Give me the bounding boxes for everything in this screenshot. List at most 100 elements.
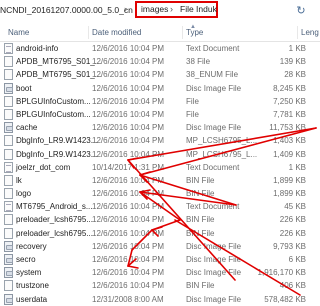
file-row[interactable]: secro 12/6/2016 10:04 PM Disc Image File 6 … xyxy=(0,253,320,266)
file-row[interactable]: BPLGUInfoCustom... 12/6/2016 10:04 PM File… xyxy=(0,95,320,108)
file-size: 1,899 KB xyxy=(273,189,306,199)
file-date: 12/31/2008 8:00 AM xyxy=(92,294,164,304)
text-file-icon xyxy=(4,161,13,173)
disc-image-icon xyxy=(4,122,13,134)
file-name[interactable]: system xyxy=(16,268,41,278)
file-row[interactable]: APDB_MT6795_S01_... 12/6/2016 10:04 PM 38 … xyxy=(0,55,320,68)
file-row[interactable]: cache 12/6/2016 10:04 PM Disc Image File 11… xyxy=(0,121,320,134)
file-date: 12/6/2016 10:04 PM xyxy=(92,175,165,185)
file-name[interactable]: trustzone xyxy=(16,281,49,291)
file-date: 12/6/2016 10:04 PM xyxy=(92,123,165,133)
file-name[interactable]: preloader_lcsh6795... xyxy=(16,215,93,225)
file-date: 12/6/2016 10:04 PM xyxy=(92,241,165,251)
file-row[interactable]: preloader_lcsh6795... 12/6/2016 10:04 PM B… xyxy=(0,227,320,240)
file-size: 6 KB xyxy=(288,255,306,264)
file-row[interactable]: boot 12/6/2016 10:04 PM Disc Image File 8,2… xyxy=(0,82,320,95)
file-type: MP_LCSH6795_L... xyxy=(186,136,258,146)
file-row[interactable]: logo 12/6/2016 10:04 PM BIN File 1,899 KB xyxy=(0,187,320,200)
file-name[interactable]: DbgInfo_LR9.W1423... xyxy=(16,150,97,160)
text-file-icon xyxy=(4,201,13,213)
file-date: 12/6/2016 10:04 PM xyxy=(92,57,165,67)
file-row[interactable]: preloader_lcsh6795... 12/6/2016 10:04 PM B… xyxy=(0,213,320,226)
file-date: 12/6/2016 10:04 PM xyxy=(92,215,165,225)
file-row[interactable]: recovery 12/6/2016 10:04 PM Disc Image Fil… xyxy=(0,240,320,253)
file-row[interactable]: MT6795_Android_s... 12/6/2016 10:04 PM Tex… xyxy=(0,200,320,213)
bin-file-icon xyxy=(4,227,13,239)
file-date: 12/6/2016 10:04 PM xyxy=(92,109,165,119)
file-type: Disc Image File xyxy=(186,255,242,264)
disc-image-icon xyxy=(4,82,13,94)
column-header-name[interactable]: Name xyxy=(8,28,29,37)
file-name[interactable]: secro xyxy=(16,255,36,265)
file-size: 139 KB xyxy=(279,57,306,67)
breadcrumb-current-folder[interactable]: File Induk xyxy=(180,4,217,14)
file-date: 12/6/2016 10:04 PM xyxy=(92,96,165,106)
file-name[interactable]: APDB_MT6795_S01_... xyxy=(16,70,101,80)
column-divider[interactable] xyxy=(182,26,183,39)
file-type: BIN File xyxy=(186,215,215,225)
file-type: BIN File xyxy=(186,189,215,199)
disc-image-icon xyxy=(4,254,13,265)
file-size: 7,250 KB xyxy=(273,96,306,106)
file-type: BIN File xyxy=(186,175,215,185)
file-icon xyxy=(4,95,13,107)
file-name[interactable]: DbgInfo_LR9.W1423... xyxy=(16,136,97,146)
file-date: 12/6/2016 10:04 PM xyxy=(92,255,165,264)
file-icon xyxy=(4,135,13,147)
file-row[interactable]: DbgInfo_LR9.W1423... 12/6/2016 10:04 PM MP… xyxy=(0,134,320,147)
file-name[interactable]: APDB_MT6795_S01_... xyxy=(16,57,101,67)
file-list: android-info 12/6/2016 10:04 PM Text Docum… xyxy=(0,42,320,306)
file-name[interactable]: lk xyxy=(16,176,22,186)
file-row[interactable]: DbgInfo_LR9.W1423... 12/6/2016 10:04 PM MP… xyxy=(0,148,320,161)
breadcrumb-root[interactable]: NCNDI_20161207.0000.00_5.0_cn xyxy=(0,5,133,15)
file-type: MP_LCSH6795_L... xyxy=(186,149,258,159)
file-type: File xyxy=(186,96,199,106)
file-name[interactable]: recovery xyxy=(16,242,47,252)
file-row[interactable]: lk 12/6/2016 10:04 PM BIN File 1,899 KB xyxy=(0,174,320,187)
breadcrumb-separator[interactable]: › xyxy=(170,4,173,14)
file-row[interactable]: trustzone 12/6/2016 10:04 PM BIN File 406 K… xyxy=(0,279,320,292)
column-header-size[interactable]: Leng xyxy=(301,28,319,37)
file-date: 12/6/2016 10:04 PM xyxy=(92,281,165,291)
file-type: Text Document xyxy=(186,162,240,172)
file-name[interactable]: preloader_lcsh6795... xyxy=(16,229,93,239)
file-date: 12/6/2016 10:04 PM xyxy=(92,136,165,146)
column-divider[interactable] xyxy=(297,26,298,39)
file-row[interactable]: userdata 12/31/2008 8:00 AM Disc Image Fil… xyxy=(0,293,320,306)
file-type: Disc Image File xyxy=(186,241,242,251)
file-name[interactable]: BPLGUInfoCustom... xyxy=(16,110,91,120)
file-size: 406 KB xyxy=(279,281,306,291)
file-name[interactable]: boot xyxy=(16,84,32,94)
file-size: 1,409 KB xyxy=(273,149,306,159)
breadcrumb-images[interactable]: images xyxy=(141,4,168,14)
file-type: File xyxy=(186,109,199,119)
file-row[interactable]: joelzr_dot_com 10/14/2017 1:31 PM Text Doc… xyxy=(0,161,320,174)
file-size: 226 KB xyxy=(279,215,306,225)
file-type: Disc Image File xyxy=(186,83,242,93)
bin-file-icon xyxy=(4,214,13,226)
file-row[interactable]: APDB_MT6795_S01_... 12/6/2016 10:04 PM 38_… xyxy=(0,68,320,81)
column-header-date[interactable]: Date modified xyxy=(92,28,141,37)
file-date: 12/6/2016 10:04 PM xyxy=(92,83,165,93)
disc-image-icon xyxy=(4,293,13,305)
file-size: 28 KB xyxy=(284,70,306,80)
file-date: 10/14/2017 1:31 PM xyxy=(92,162,165,172)
column-divider[interactable] xyxy=(88,26,89,39)
file-row[interactable]: system 12/6/2016 10:04 PM Disc Image File 1… xyxy=(0,266,320,279)
file-name[interactable]: MT6795_Android_s... xyxy=(16,202,93,212)
file-name[interactable]: android-info xyxy=(16,44,58,54)
file-row[interactable]: android-info 12/6/2016 10:04 PM Text Docum… xyxy=(0,42,320,55)
file-date: 12/6/2016 10:04 PM xyxy=(92,44,165,53)
file-icon xyxy=(4,69,13,81)
file-name[interactable]: BPLGUInfoCustom... xyxy=(16,97,91,107)
file-row[interactable]: BPLGUInfoCustom... 12/6/2016 10:04 PM File… xyxy=(0,108,320,121)
refresh-icon[interactable]: ↻ xyxy=(294,4,308,18)
address-bar[interactable]: NCNDI_20161207.0000.00_5.0_cn › images ›… xyxy=(0,0,320,25)
file-size: 1,899 KB xyxy=(273,175,306,185)
breadcrumb-separator[interactable]: › xyxy=(124,4,127,14)
file-name[interactable]: cache xyxy=(16,123,37,133)
file-name[interactable]: logo xyxy=(16,189,31,199)
file-type: 38 File xyxy=(186,57,211,67)
file-name[interactable]: joelzr_dot_com xyxy=(16,163,70,173)
file-name[interactable]: userdata xyxy=(16,295,47,305)
